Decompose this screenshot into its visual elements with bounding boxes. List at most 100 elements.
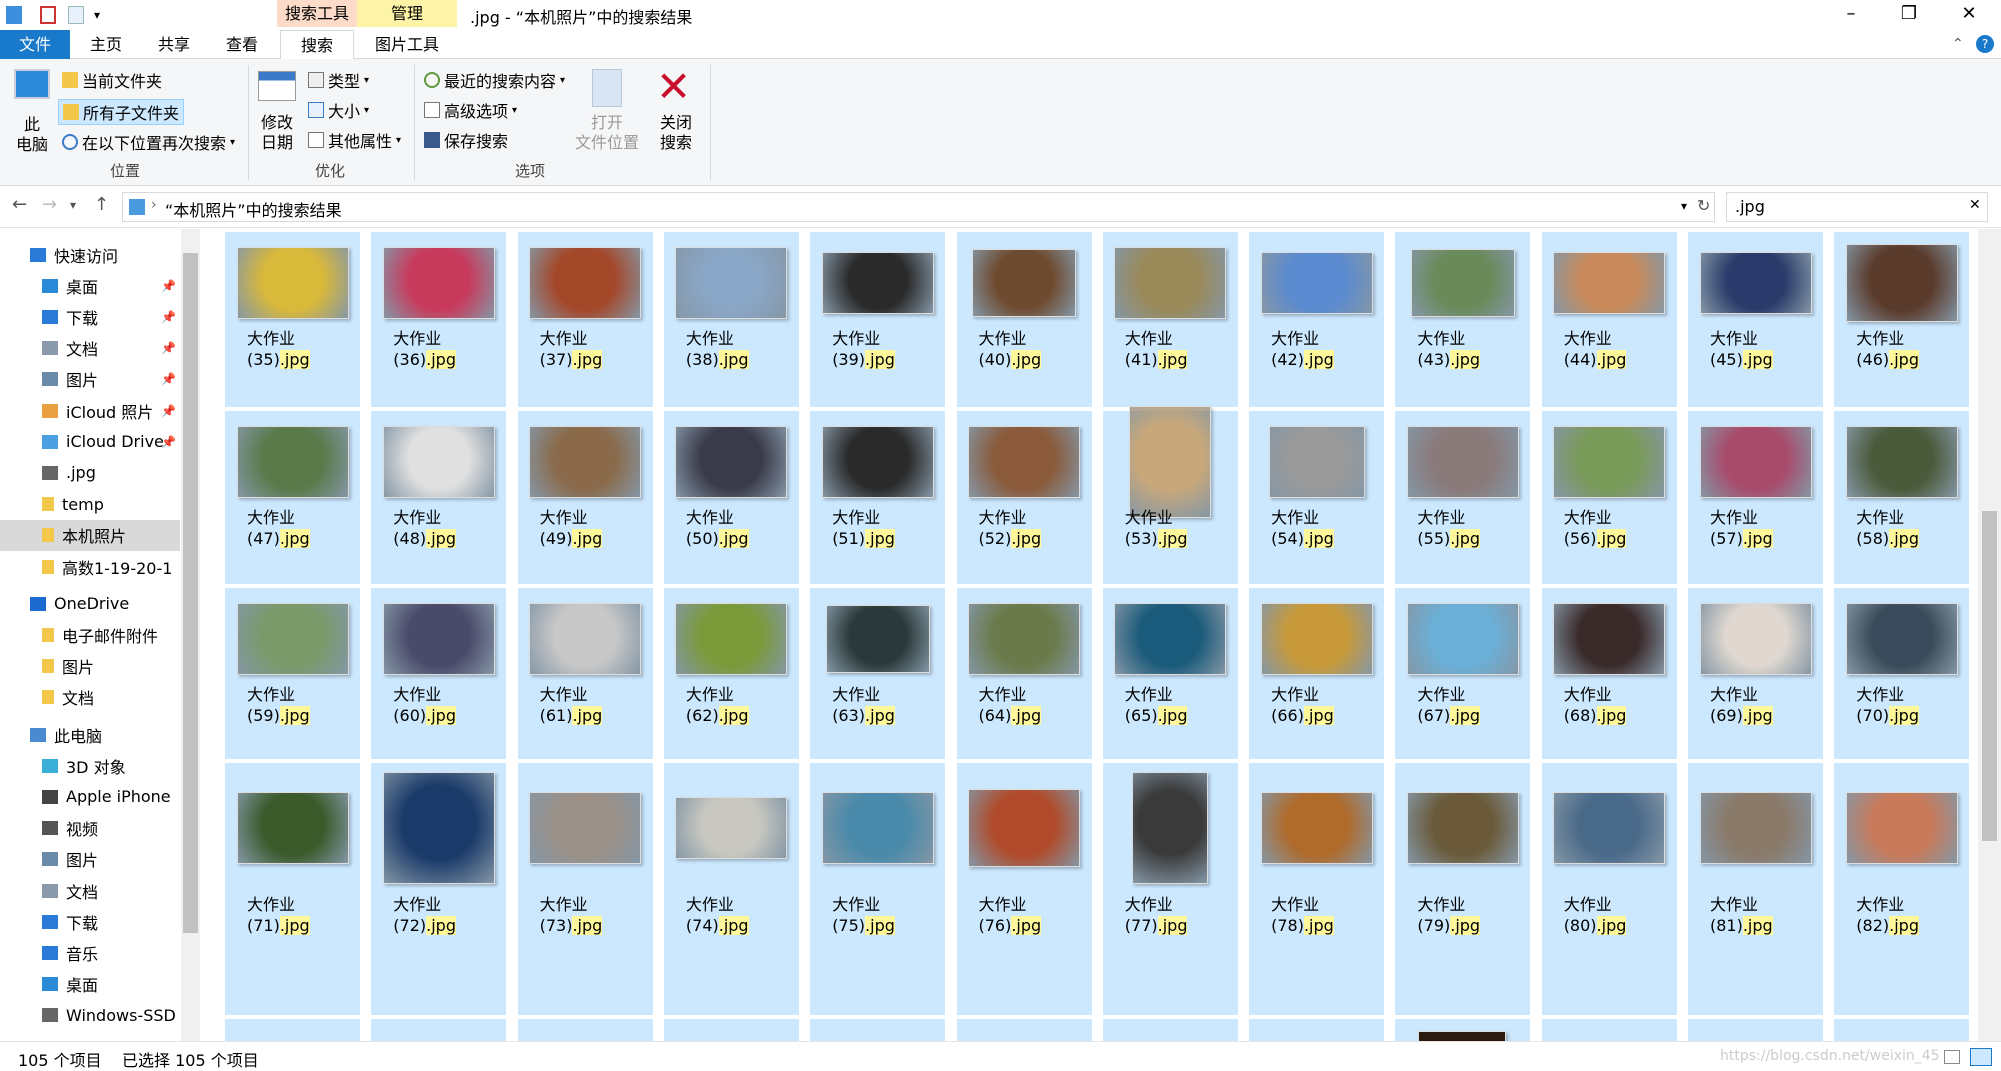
tab-picture-tools[interactable]: 图片工具 xyxy=(362,30,452,59)
file-item[interactable] xyxy=(1395,1019,1531,1041)
nav-item[interactable]: 3D 对象 xyxy=(0,750,180,781)
help-icon[interactable]: ? xyxy=(1976,35,1994,53)
file-item[interactable]: 大作业 (71).jpg xyxy=(225,763,360,1015)
open-location-button[interactable]: 打开 文件位置 xyxy=(568,113,646,153)
close-search-button[interactable]: 关闭 搜索 xyxy=(650,113,702,153)
breadcrumb-path[interactable]: “本机照片”中的搜索结果 xyxy=(165,197,342,221)
file-item[interactable]: 大作业 (80).jpg xyxy=(1541,763,1677,1015)
nav-item[interactable]: 桌面 xyxy=(0,969,180,1000)
nav-item[interactable]: 视频 xyxy=(0,813,180,844)
file-item[interactable]: 大作业 (35).jpg xyxy=(225,232,360,407)
explorer-app-icon[interactable] xyxy=(6,6,22,24)
nav-item[interactable]: Apple iPhone xyxy=(0,781,180,812)
file-item[interactable] xyxy=(1834,1019,1970,1041)
nav-item[interactable]: 快速访问 xyxy=(0,239,180,270)
size-button[interactable]: 大小 ▾ xyxy=(308,97,369,123)
file-item[interactable]: 大作业 (73).jpg xyxy=(517,763,653,1015)
nav-item[interactable]: 图片 📌 xyxy=(0,364,180,395)
file-item[interactable]: 大作业 (81).jpg xyxy=(1688,763,1823,1015)
file-item[interactable]: 大作业 (40).jpg xyxy=(956,232,1092,407)
file-item[interactable]: 大作业 (72).jpg xyxy=(371,763,507,1015)
modified-date-button[interactable]: 修改 日期 xyxy=(252,113,302,153)
large-icons-view-icon[interactable] xyxy=(1970,1048,1992,1066)
file-item[interactable] xyxy=(1249,1019,1385,1041)
file-item[interactable]: 大作业 (56).jpg xyxy=(1541,411,1677,584)
new-folder-icon[interactable] xyxy=(68,6,84,24)
nav-item[interactable]: 此电脑 xyxy=(0,719,180,750)
tab-file[interactable]: 文件 xyxy=(0,30,70,59)
tab-view[interactable]: 查看 xyxy=(214,30,270,59)
type-button[interactable]: 类型 ▾ xyxy=(308,67,369,93)
search-box[interactable]: .jpg ✕ xyxy=(1726,192,1988,222)
file-item[interactable]: 大作业 (74).jpg xyxy=(663,763,799,1015)
file-item[interactable]: 大作业 (76).jpg xyxy=(956,763,1092,1015)
file-item[interactable]: 大作业 (58).jpg xyxy=(1834,411,1970,584)
save-search-button[interactable]: 保存搜索 xyxy=(424,127,508,153)
address-dropdown-icon[interactable]: ▾ xyxy=(1681,199,1687,213)
recent-locations-button[interactable]: ▾ xyxy=(70,198,76,212)
tab-home[interactable]: 主页 xyxy=(78,30,134,59)
file-item[interactable] xyxy=(1102,1019,1238,1041)
file-item[interactable] xyxy=(1688,1019,1823,1041)
details-view-icon[interactable] xyxy=(1944,1050,1960,1064)
file-item[interactable]: 大作业 (48).jpg xyxy=(371,411,507,584)
file-item[interactable]: 大作业 (77).jpg xyxy=(1102,763,1238,1015)
file-item[interactable]: 大作业 (50).jpg xyxy=(663,411,799,584)
file-item[interactable] xyxy=(956,1019,1092,1041)
qat-dropdown-icon[interactable]: ▾ xyxy=(94,6,110,24)
nav-item[interactable]: 文档 xyxy=(0,682,180,713)
back-button[interactable]: ← xyxy=(12,194,27,215)
file-item[interactable]: 大作业 (79).jpg xyxy=(1395,763,1531,1015)
refresh-icon[interactable]: ↻ xyxy=(1697,196,1710,215)
search-input[interactable]: .jpg xyxy=(1735,197,1765,216)
file-item[interactable]: 大作业 (66).jpg xyxy=(1249,588,1385,759)
nav-item[interactable]: 高数1-19-20-1 xyxy=(0,551,180,582)
file-item[interactable]: 大作业 (51).jpg xyxy=(810,411,946,584)
properties-icon[interactable] xyxy=(40,6,56,24)
nav-item[interactable]: iCloud 照片 📌 xyxy=(0,395,180,426)
nav-item[interactable]: temp xyxy=(0,489,180,520)
other-properties-button[interactable]: 其他属性 ▾ xyxy=(308,127,401,153)
file-item[interactable]: 大作业 (55).jpg xyxy=(1395,411,1531,584)
file-item[interactable]: 大作业 (52).jpg xyxy=(956,411,1092,584)
nav-scrollbar[interactable] xyxy=(181,229,200,1041)
file-item[interactable]: 大作业 (57).jpg xyxy=(1688,411,1823,584)
file-item[interactable]: 大作业 (49).jpg xyxy=(517,411,653,584)
tab-search[interactable]: 搜索 xyxy=(280,30,354,60)
file-item[interactable]: 大作业 (78).jpg xyxy=(1249,763,1385,1015)
tab-share[interactable]: 共享 xyxy=(146,30,202,59)
forward-button[interactable]: → xyxy=(42,194,57,215)
file-item[interactable]: 大作业 (39).jpg xyxy=(810,232,946,407)
file-item[interactable]: 大作业 (38).jpg xyxy=(663,232,799,407)
search-again-button[interactable]: 在以下位置再次搜索 ▾ xyxy=(62,129,235,155)
file-item[interactable] xyxy=(1541,1019,1677,1041)
restore-button[interactable]: ❐ xyxy=(1880,0,1938,30)
nav-item[interactable]: 下载 xyxy=(0,906,180,937)
file-item[interactable]: 大作业 (70).jpg xyxy=(1834,588,1970,759)
nav-item[interactable]: 电子邮件附件 xyxy=(0,619,180,650)
file-item[interactable] xyxy=(371,1019,507,1041)
content-scrollbar[interactable] xyxy=(1978,229,2001,1041)
file-item[interactable]: 大作业 (53).jpg xyxy=(1102,406,1238,584)
file-item[interactable]: 大作业 (36).jpg xyxy=(371,232,507,407)
nav-item[interactable]: Windows-SSD xyxy=(0,1000,180,1031)
up-button[interactable]: ↑ xyxy=(94,194,109,215)
file-item[interactable]: 大作业 (61).jpg xyxy=(517,588,653,759)
file-item[interactable]: 大作业 (82).jpg xyxy=(1834,763,1970,1015)
nav-item[interactable]: 图片 xyxy=(0,844,180,875)
file-item[interactable]: 大作业 (43).jpg xyxy=(1395,232,1531,407)
nav-item[interactable]: .jpg xyxy=(0,457,180,488)
nav-item[interactable]: 下载 📌 xyxy=(0,301,180,332)
file-item[interactable]: 大作业 (64).jpg xyxy=(956,588,1092,759)
nav-item[interactable]: 图片 xyxy=(0,651,180,682)
minimize-button[interactable]: – xyxy=(1822,0,1880,30)
nav-item[interactable]: 桌面 📌 xyxy=(0,270,180,301)
file-item[interactable] xyxy=(810,1019,946,1041)
file-item[interactable]: 大作业 (41).jpg xyxy=(1102,232,1238,407)
nav-item[interactable]: 音乐 xyxy=(0,937,180,968)
file-item[interactable]: 大作业 (37).jpg xyxy=(517,232,653,407)
file-item[interactable]: 大作业 (54).jpg xyxy=(1249,411,1385,584)
clear-search-icon[interactable]: ✕ xyxy=(1969,197,1981,213)
file-item[interactable]: 大作业 (62).jpg xyxy=(663,588,799,759)
file-item[interactable]: 大作业 (45).jpg xyxy=(1688,232,1823,407)
